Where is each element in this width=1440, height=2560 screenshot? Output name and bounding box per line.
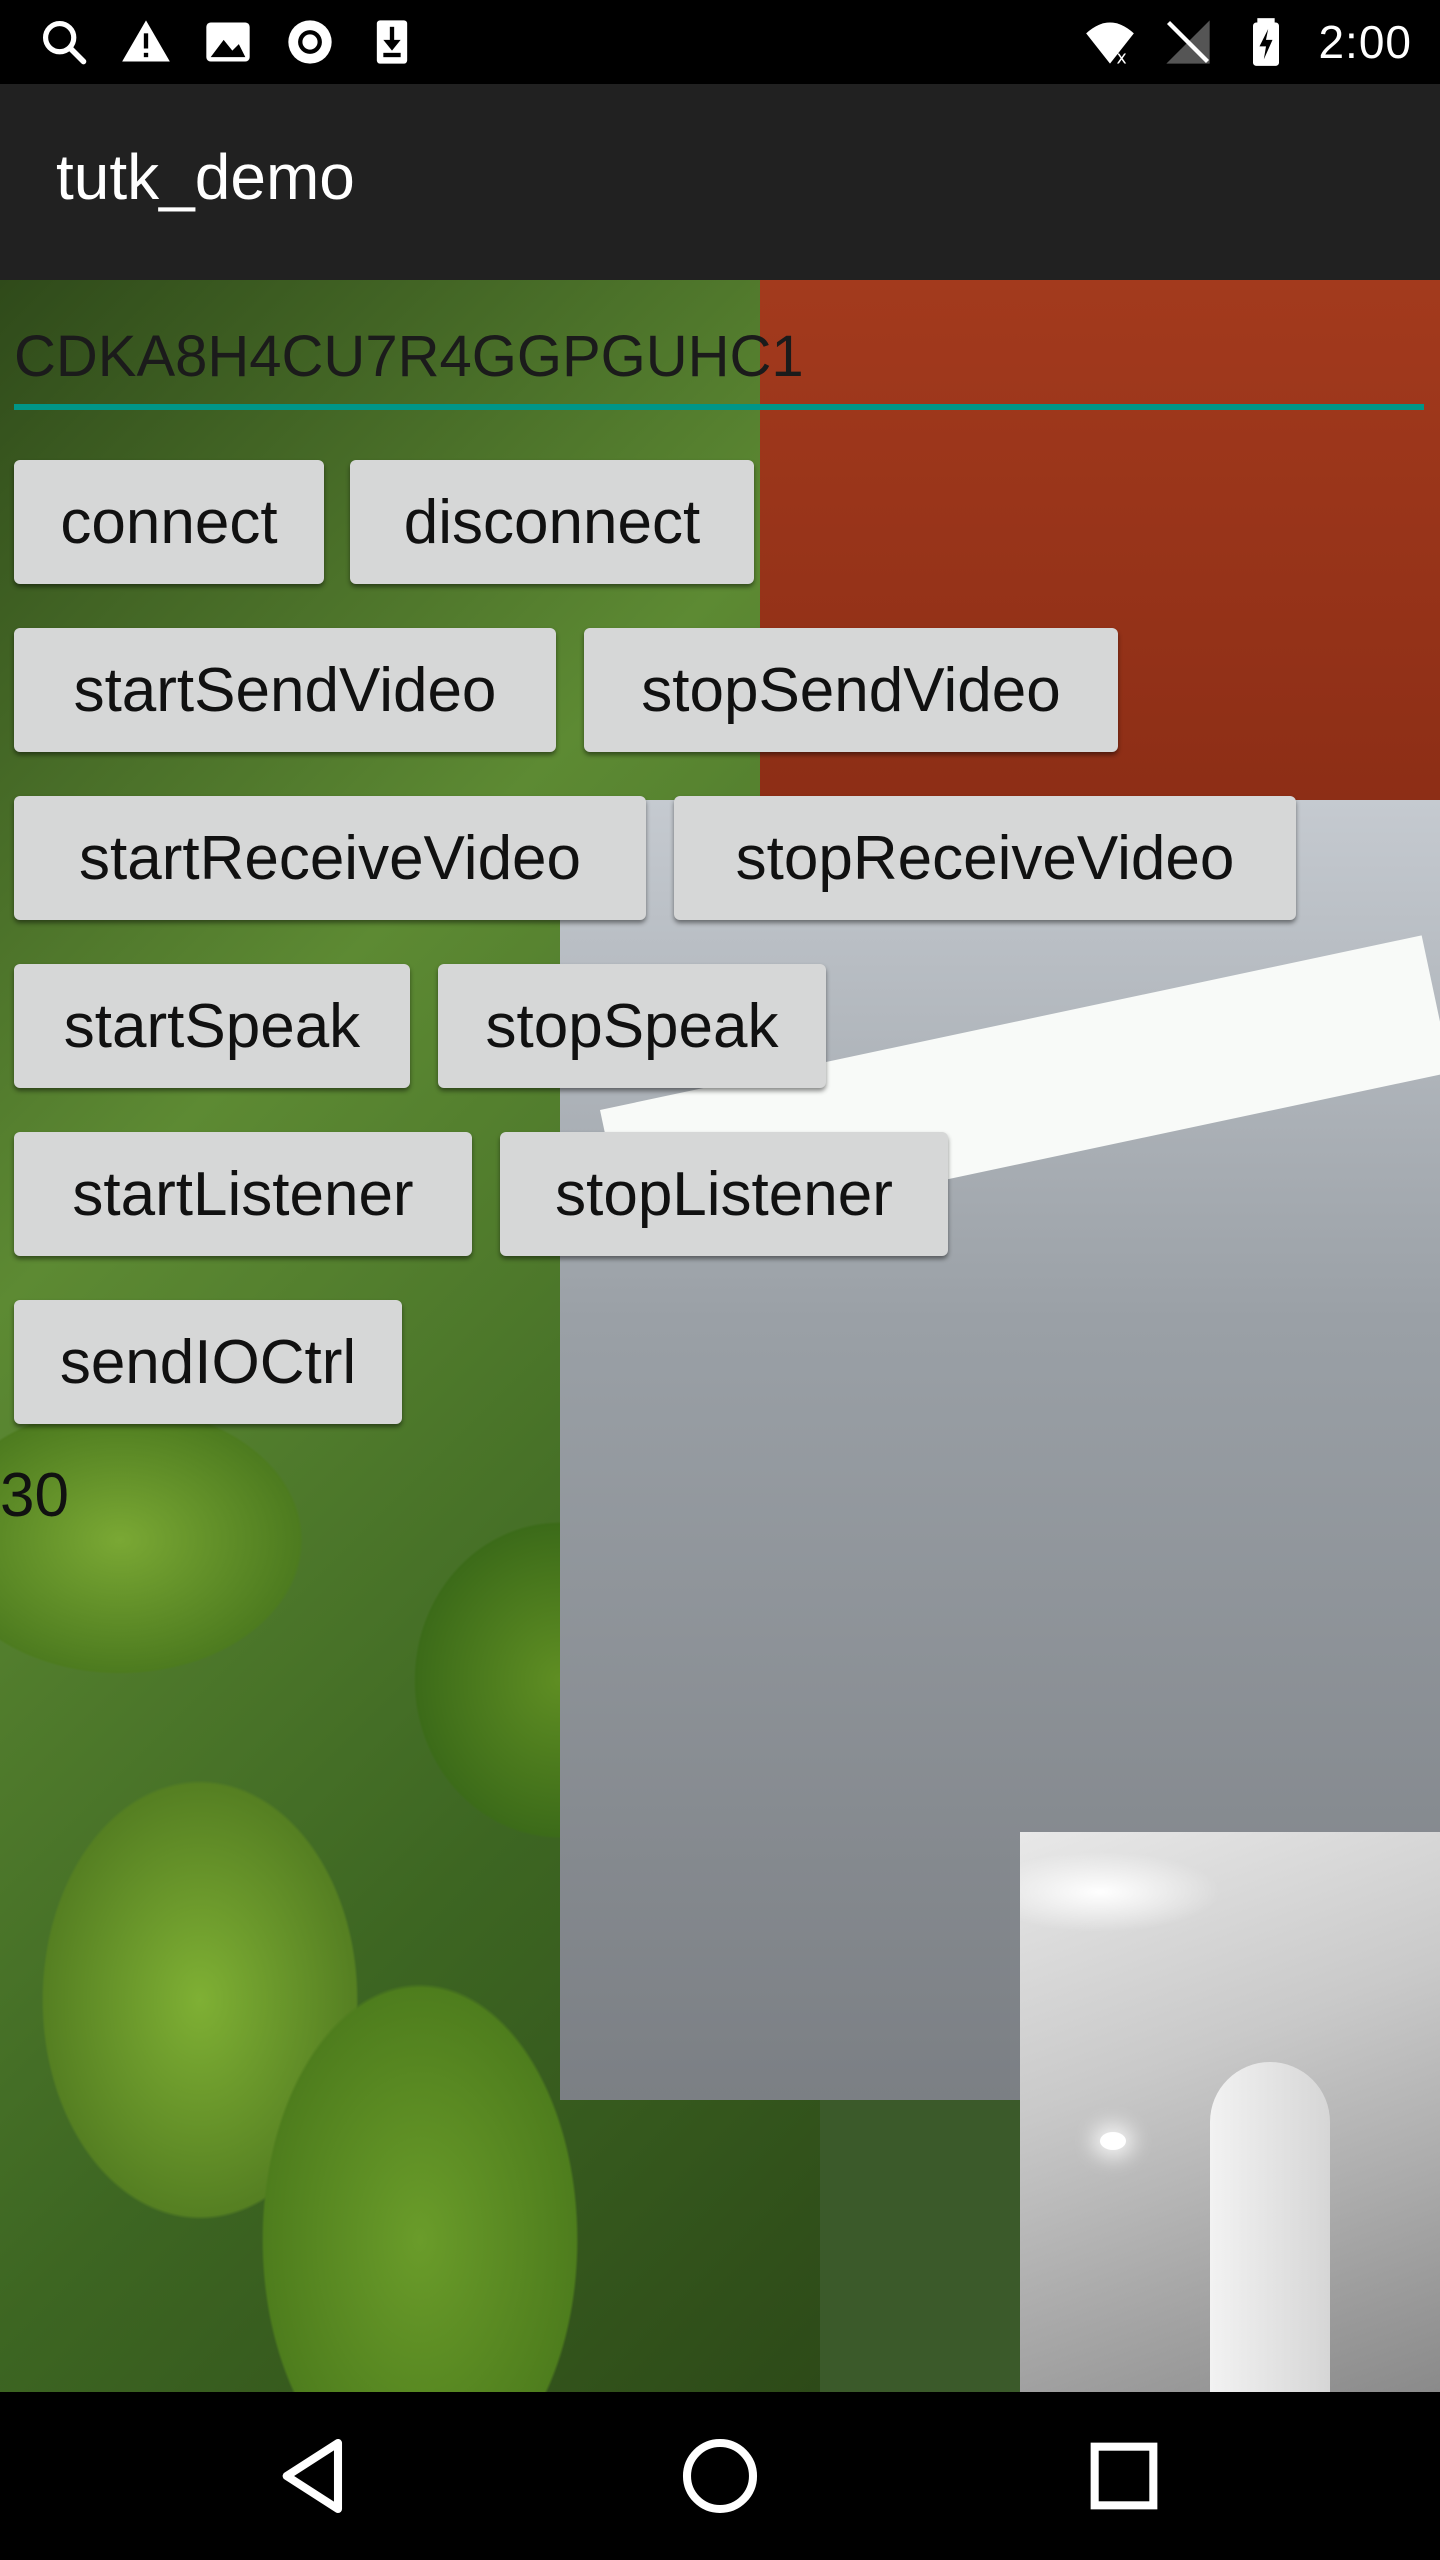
svg-text:x: x [1117, 49, 1127, 68]
start-receive-video-button[interactable]: startReceiveVideo [14, 796, 646, 920]
start-send-video-button[interactable]: startSendVideo [14, 628, 556, 752]
uid-input-underline [14, 404, 1424, 410]
pip-pillar [1210, 2062, 1330, 2392]
no-sim-icon [1162, 16, 1214, 68]
stop-send-video-button[interactable]: stopSendVideo [584, 628, 1118, 752]
status-bar: x 2:00 [0, 0, 1440, 84]
stop-receive-video-button[interactable]: stopReceiveVideo [674, 796, 1296, 920]
download-icon [366, 16, 418, 68]
app-title: tutk_demo [56, 141, 355, 213]
pip-lamp [1100, 2132, 1126, 2150]
warning-icon [120, 16, 172, 68]
navigation-bar [0, 2392, 1440, 2560]
app-bar: tutk_demo [0, 84, 1440, 280]
image-icon [202, 16, 254, 68]
stop-listener-button[interactable]: stopListener [500, 1132, 948, 1256]
start-listener-button[interactable]: startListener [14, 1132, 472, 1256]
uid-input-value[interactable]: CDKA8H4CU7R4GGPGUHC1 [14, 314, 804, 400]
status-time: 2:00 [1318, 16, 1412, 68]
status-right-icons: x 2:00 [1084, 14, 1412, 70]
wifi-icon: x [1084, 16, 1136, 68]
frame-counter: 30 [0, 1461, 69, 1530]
back-icon[interactable] [272, 2432, 360, 2520]
battery-icon [1240, 16, 1292, 68]
start-speak-button[interactable]: startSpeak [14, 964, 410, 1088]
search-icon [38, 16, 90, 68]
home-icon[interactable] [676, 2432, 764, 2520]
connect-button[interactable]: connect [14, 460, 324, 584]
status-left-icons [38, 14, 418, 70]
recents-icon[interactable] [1080, 2432, 1168, 2520]
uid-input[interactable]: CDKA8H4CU7R4GGPGUHC1 [14, 314, 1424, 410]
disconnect-button[interactable]: disconnect [350, 460, 754, 584]
video-content-area: CDKA8H4CU7R4GGPGUHC1 connect disconnect … [0, 280, 1440, 2392]
record-icon [284, 16, 336, 68]
stop-speak-button[interactable]: stopSpeak [438, 964, 826, 1088]
local-video-preview [1020, 1832, 1440, 2392]
send-ioctrl-button[interactable]: sendIOCtrl [14, 1300, 402, 1424]
